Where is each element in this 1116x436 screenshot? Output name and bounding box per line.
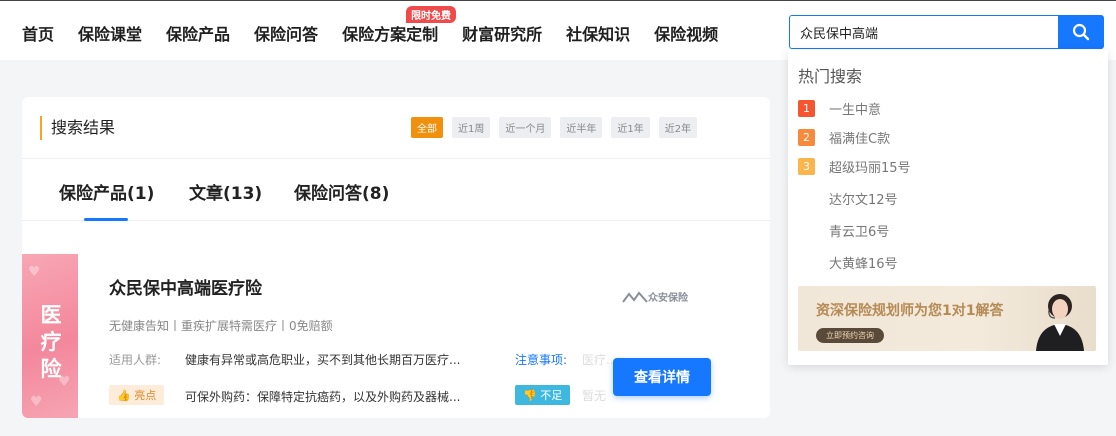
tab-qa[interactable]: 保险问答(8) [294, 179, 389, 204]
view-details-button[interactable]: 查看详情 [613, 358, 711, 396]
thumb-down-icon: 👎 [523, 389, 537, 402]
product-tags: 无健康告知丨重疾扩展特需医疗丨0免赔额 [109, 319, 333, 333]
consultant-avatar-icon [1036, 294, 1084, 351]
hot-search-dropdown: 热门搜索 1 一生中意 2 福满佳C款 3 超级玛丽15号 达尔文12号 青云卫… [788, 50, 1108, 365]
search-input[interactable] [789, 15, 1059, 49]
nav-insurance-class[interactable]: 保险课堂 [78, 21, 142, 45]
audience-value: 健康有异常或高危职业，买不到其他长期百万医疗... [185, 353, 461, 367]
main-nav: 首页 保险课堂 保险产品 保险问答 保险方案定制 限时免费 财富研究所 社保知识… [22, 6, 742, 45]
filter-1-month[interactable]: 近一个月 [499, 117, 552, 138]
filter-half-year[interactable]: 近半年 [560, 117, 603, 138]
nav-plan-customization[interactable]: 保险方案定制 限时免费 [342, 6, 457, 45]
thumb-up-icon: 👍 [117, 389, 131, 402]
filter-2-years[interactable]: 近2年 [658, 117, 698, 138]
hot-search-item[interactable]: 大黄蜂16号 [798, 253, 898, 272]
hot-search-label: 福满佳C款 [829, 132, 891, 147]
hot-search-label: 超级玛丽15号 [829, 161, 911, 176]
hot-search-label: 一生中意 [829, 103, 882, 118]
hot-search-label: 青云卫6号 [829, 225, 890, 240]
audience-row: 适用人群: 健康有异常或高危职业，买不到其他长期百万医疗... [109, 351, 503, 368]
rank-badge: 3 [798, 158, 815, 175]
rank-badge [798, 190, 815, 207]
hot-search-item[interactable]: 1 一生中意 [798, 99, 881, 118]
insurer-logo: 众安保险 [622, 289, 688, 304]
nav-wealth-institute[interactable]: 财富研究所 [462, 21, 542, 45]
brand-logo-icon [622, 290, 648, 303]
product-thumbnail[interactable]: ♥ ♥ ♥ 医疗险 [22, 254, 78, 418]
nav-insurance-products[interactable]: 保险产品 [166, 21, 230, 45]
search-button[interactable] [1058, 15, 1104, 49]
shortfall-badge-wrap: 👎 不足 [515, 385, 571, 405]
hot-search-label: 大黄蜂16号 [829, 257, 898, 272]
nav-insurance-qa[interactable]: 保险问答 [254, 21, 318, 45]
free-badge: 限时免费 [406, 6, 457, 23]
rank-badge [798, 254, 815, 271]
heart-decoration-icon: ♥ [30, 394, 43, 410]
results-header: 搜索结果 全部 近1周 近一个月 近半年 近1年 近2年 [22, 97, 770, 159]
tab-products[interactable]: 保险产品(1) [59, 179, 154, 204]
heart-decoration-icon: ♥ [28, 264, 41, 280]
banner-headline: 资深保险规划师为您1对1解答 [816, 303, 1004, 319]
rank-badge: 1 [798, 100, 815, 117]
search-icon [1072, 23, 1090, 41]
tab-articles[interactable]: 文章(13) [189, 179, 262, 204]
shortfall-label: 不足 [540, 389, 563, 402]
shortfall-badge: 👎 不足 [515, 385, 571, 405]
hot-search-item[interactable]: 达尔文12号 [798, 189, 898, 208]
hot-search-item[interactable]: 青云卫6号 [798, 221, 889, 240]
hot-search-item[interactable]: 2 福满佳C款 [798, 128, 890, 147]
insurer-name: 众安保险 [648, 293, 688, 304]
nav-insurance-video[interactable]: 保险视频 [654, 21, 718, 45]
nav-social-security[interactable]: 社保知识 [566, 21, 630, 45]
product-name[interactable]: 众民保中高端医疗险 [109, 274, 262, 299]
highlight-label: 亮点 [134, 389, 157, 402]
filter-1-year[interactable]: 近1年 [611, 117, 650, 138]
nav-home[interactable]: 首页 [22, 21, 54, 45]
highlight-row: 👍 亮点 可保外购药：保障特定抗癌药，以及外购药及器械... [109, 385, 503, 405]
filter-1-week[interactable]: 近1周 [452, 117, 491, 138]
results-title: 搜索结果 [40, 116, 115, 140]
note-label: 注意事项: [515, 353, 568, 367]
highlight-value: 可保外购药：保障特定抗癌药，以及外购药及器械... [185, 390, 461, 404]
rank-badge: 2 [798, 129, 815, 146]
thumbnail-label: 医疗险 [40, 303, 62, 381]
hot-search-item[interactable]: 3 超级玛丽15号 [798, 157, 911, 176]
hot-search-label: 达尔文12号 [829, 193, 898, 208]
filter-all[interactable]: 全部 [411, 117, 443, 138]
time-filters: 全部 近1周 近一个月 近半年 近1年 近2年 [411, 117, 706, 138]
nav-plan-customization-label: 保险方案定制 [342, 25, 439, 44]
shortfall-value: 暂无 [582, 389, 607, 403]
banner-cta-button[interactable]: 立即预约咨询 [816, 328, 884, 343]
highlight-badge: 👍 亮点 [109, 385, 165, 405]
hot-search-title: 热门搜索 [798, 67, 863, 86]
rank-badge [798, 222, 815, 239]
search-results-card: 搜索结果 全部 近1周 近一个月 近半年 近1年 近2年 保险产品(1) 文章(… [22, 97, 770, 418]
consult-banner[interactable]: 资深保险规划师为您1对1解答 立即预约咨询 [798, 286, 1096, 351]
audience-label: 适用人群: [109, 353, 162, 367]
result-tabs: 保险产品(1) 文章(13) 保险问答(8) [22, 159, 770, 221]
active-tab-indicator [84, 218, 128, 221]
